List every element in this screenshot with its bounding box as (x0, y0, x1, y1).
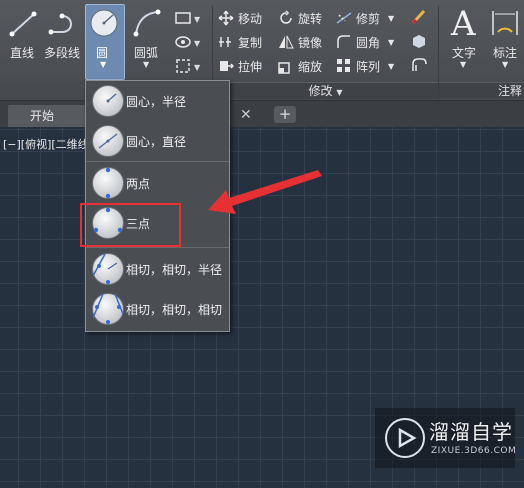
text-icon[interactable]: A (451, 4, 476, 44)
dimension-button-label[interactable]: 标注 (493, 44, 517, 61)
erase-icon[interactable] (410, 8, 428, 26)
rotate-button[interactable]: 旋转 (278, 7, 322, 29)
menu-item-tan-tan-radius[interactable]: 相切，相切，半径 (86, 249, 229, 289)
arc-icon[interactable] (132, 8, 162, 38)
array-label: 阵列 (356, 59, 381, 74)
highlight-box (80, 203, 181, 247)
copy-button[interactable]: 复制 (218, 31, 262, 53)
stretch-button[interactable]: 拉伸 (218, 55, 262, 77)
polyline-icon[interactable] (48, 8, 78, 38)
circle-icon (89, 8, 119, 38)
menu-item-center-diameter[interactable]: 圆心，直径 (86, 121, 229, 161)
boundary-icon[interactable]: ▼ (174, 58, 204, 74)
scale-icon (278, 58, 294, 74)
svg-text:▼: ▼ (194, 15, 201, 24)
ribbon: 直线 多段线 圆 ▼ 圆弧 ▼ ▼ ▼ ▼ 移动 旋转 修剪 ▼ 复制 镜像 圆… (0, 0, 524, 101)
fillet-button[interactable]: 圆角 ▼ (336, 31, 394, 53)
line-button-label[interactable]: 直线 (10, 44, 34, 61)
chevron-down-icon[interactable]: ▼ (143, 60, 149, 69)
svg-text:▼: ▼ (194, 39, 201, 48)
menu-item-label: 圆心，直径 (126, 134, 187, 149)
array-button[interactable]: 阵列 ▼ (336, 55, 394, 77)
modify-panel-title[interactable]: 修改 ▼ (213, 82, 438, 99)
menu-separator (86, 161, 229, 162)
chevron-down-icon[interactable]: ▼ (388, 38, 394, 47)
rotate-label: 旋转 (298, 11, 323, 26)
dimension-icon[interactable] (490, 8, 520, 38)
svg-text:▼: ▼ (194, 63, 201, 72)
menu-separator (86, 247, 229, 248)
move-button[interactable]: 移动 (218, 7, 262, 29)
circle-center-diameter-icon (92, 125, 124, 157)
offset-icon[interactable] (410, 56, 428, 74)
chevron-down-icon: ▼ (336, 88, 343, 97)
move-icon (218, 10, 234, 26)
menu-item-two-point[interactable]: 两点 (86, 163, 229, 203)
chevron-down-icon[interactable]: ▼ (460, 60, 466, 69)
explode-icon[interactable] (410, 32, 428, 50)
scale-button[interactable]: 缩放 (278, 55, 322, 77)
watermark: 溜溜自学 ZIXUE.3D66.COM (375, 408, 517, 468)
add-tab-button[interactable]: + (274, 106, 296, 123)
watermark-url: ZIXUE.3D66.COM (431, 446, 517, 456)
circle-center-radius-icon (92, 85, 124, 117)
annotation-panel-title[interactable]: 注释 (439, 82, 524, 98)
chevron-down-icon[interactable]: ▼ (388, 14, 394, 23)
arc-button-label[interactable]: 圆弧 (134, 44, 158, 61)
tab-start[interactable]: 开始 (8, 105, 96, 127)
trim-icon (336, 10, 352, 26)
watermark-logo-icon (385, 418, 425, 458)
trim-label: 修剪 (356, 11, 381, 26)
stretch-icon (218, 58, 235, 74)
mirror-icon (278, 34, 294, 50)
viewport-controls-label[interactable]: [−][俯视][二维线 (3, 136, 89, 152)
watermark-name: 溜溜自学 (429, 420, 513, 444)
line-icon[interactable] (8, 8, 38, 38)
polyline-button-label[interactable]: 多段线 (44, 44, 80, 61)
chevron-down-icon: ▼ (100, 60, 107, 69)
menu-item-center-radius[interactable]: 圆心，半径 (86, 81, 229, 121)
circle-button-label: 圆 (96, 46, 109, 60)
copy-label: 复制 (238, 35, 263, 50)
modify-panel-label: 修改 (308, 84, 333, 98)
menu-item-label: 相切，相切，相切 (126, 302, 223, 317)
circle-two-point-icon (92, 167, 124, 199)
scale-label: 缩放 (298, 59, 323, 74)
close-icon[interactable]: ✕ (240, 107, 252, 123)
move-label: 移动 (238, 11, 263, 26)
menu-item-label: 两点 (126, 176, 151, 191)
chevron-down-icon[interactable]: ▼ (502, 60, 508, 69)
fillet-icon (336, 34, 352, 50)
circle-tan-tan-radius-icon (92, 253, 124, 285)
array-icon (336, 58, 352, 74)
annotation-panel-label: 注释 (497, 84, 522, 98)
rectangle-icon[interactable]: ▼ (174, 10, 204, 26)
fillet-label: 圆角 (356, 35, 381, 50)
menu-item-label: 圆心，半径 (126, 94, 187, 109)
menu-item-label: 相切，相切，半径 (126, 262, 223, 277)
mirror-button[interactable]: 镜像 (278, 31, 322, 53)
text-button-label[interactable]: 文字 (452, 44, 476, 61)
trim-button[interactable]: 修剪 ▼ (336, 7, 394, 29)
hatch-icon[interactable]: ▼ (174, 34, 204, 50)
circle-tan-tan-tan-icon (92, 293, 124, 325)
copy-icon (218, 34, 234, 50)
mirror-label: 镜像 (298, 35, 323, 50)
chevron-down-icon[interactable]: ▼ (388, 62, 394, 71)
stretch-label: 拉伸 (238, 59, 263, 74)
file-tab-bar: 开始 ✕ + (0, 101, 524, 127)
menu-item-tan-tan-tan[interactable]: 相切，相切，相切 (86, 289, 229, 329)
rotate-icon (278, 10, 294, 26)
